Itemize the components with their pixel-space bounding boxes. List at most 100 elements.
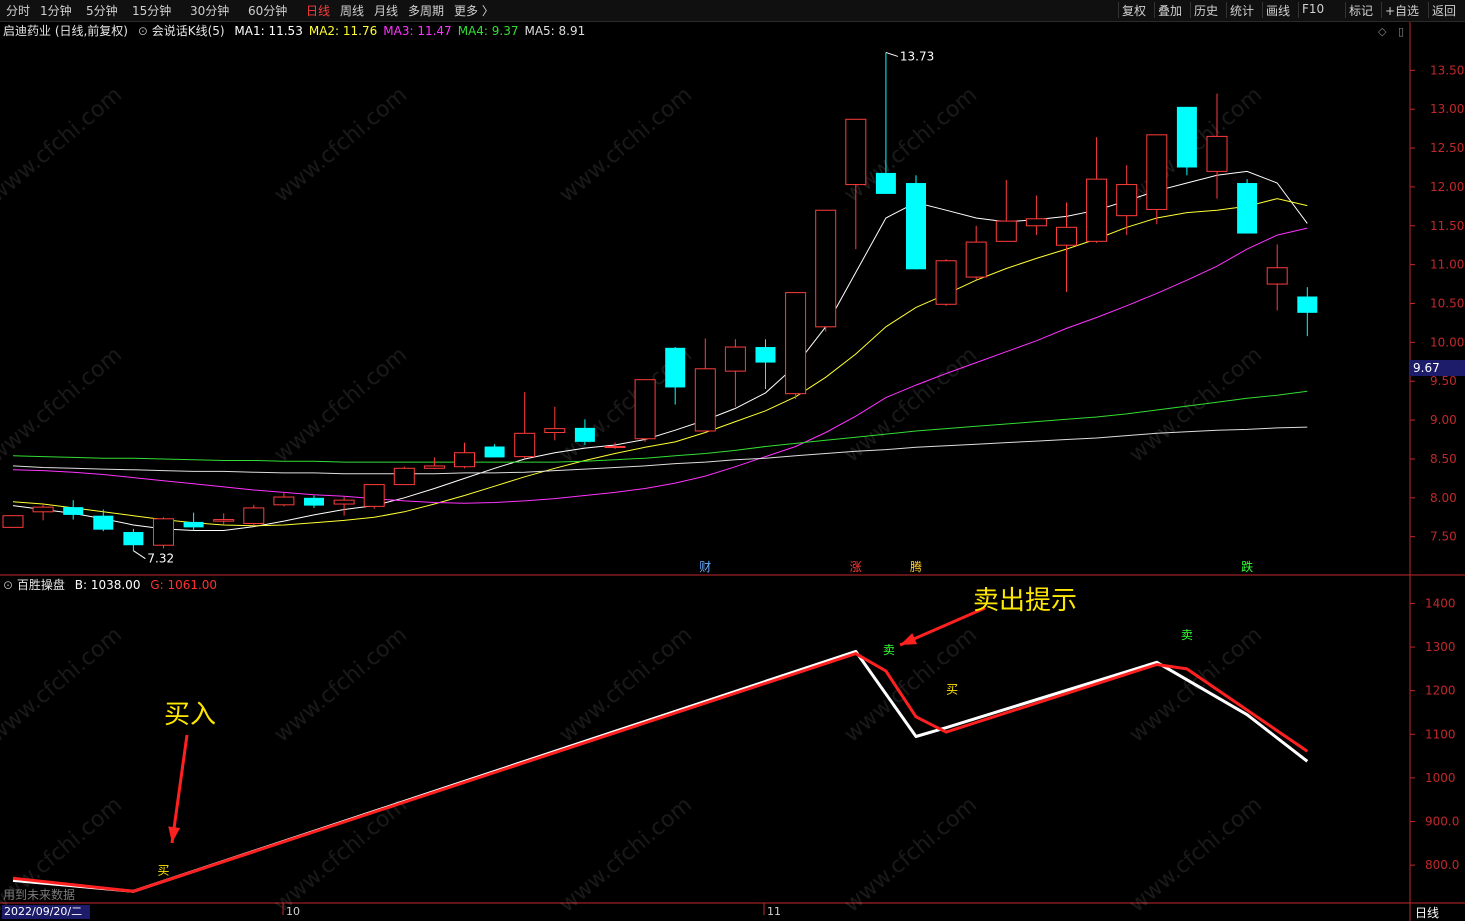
event-marker: 腾 <box>910 559 922 574</box>
panel-icon: ▯ <box>1398 25 1404 38</box>
candle <box>1146 134 1168 225</box>
candle <box>634 379 656 442</box>
ma-line-5 <box>12 426 1308 475</box>
candle-body <box>724 346 746 372</box>
candle-body <box>785 292 807 395</box>
price-tick-label: 9.50 <box>1430 374 1457 388</box>
candle-body <box>2 515 24 528</box>
price-tick-label: 8.00 <box>1430 491 1457 505</box>
candle-body <box>1176 106 1197 168</box>
price-tick-label: 11.00 <box>1430 258 1464 272</box>
candle <box>1025 195 1047 236</box>
candle-body <box>454 452 475 468</box>
candle-body <box>393 467 415 486</box>
ma-line-1 <box>12 170 1308 531</box>
price-tick-label: 13.50 <box>1430 63 1464 77</box>
buy-annotation: 买入 <box>164 700 217 730</box>
signal-marker: 卖 <box>883 643 895 657</box>
candle <box>995 179 1017 242</box>
candle-body <box>906 183 926 270</box>
candle-body <box>544 428 566 434</box>
watermark-text: www.cfchi.com <box>0 82 127 207</box>
candle-body <box>183 521 204 528</box>
indicator-tick-label: 1300 <box>1425 640 1456 654</box>
chart-canvas: www.cfchi.com www.cfchi.com www.cfchi.com w… <box>0 22 1465 921</box>
candle <box>2 515 24 528</box>
date-tick-label: 10 <box>286 905 300 918</box>
candle <box>363 484 385 509</box>
candle <box>665 347 686 405</box>
candle-body <box>514 432 536 458</box>
watermark-text: www.cfchi.com <box>1125 792 1267 917</box>
candle-body <box>273 496 295 506</box>
indicator-line-B <box>12 649 1309 893</box>
candle-body <box>1146 134 1168 210</box>
arrow-head <box>900 633 918 645</box>
price-tick-label: 13.00 <box>1430 102 1464 116</box>
candle <box>1176 106 1197 176</box>
candle-body <box>63 507 84 515</box>
candle-body <box>634 379 656 440</box>
event-marker: 涨 <box>850 559 862 574</box>
candle-body <box>815 209 837 328</box>
watermark-text: www.cfchi.com <box>555 82 697 207</box>
candle-body <box>1086 178 1108 242</box>
price-tick-label: 11.50 <box>1430 219 1464 233</box>
watermark-text: www.cfchi.com <box>0 342 127 467</box>
signal-marker: 买 <box>158 863 170 877</box>
indicator-tick-label: 1400 <box>1425 596 1456 610</box>
buy-arrow <box>168 734 189 844</box>
candle-body <box>1025 218 1047 227</box>
cursor-date: 2022/09/20/二 <box>2 905 90 919</box>
event-marker: 财 <box>699 560 711 574</box>
candle <box>153 517 174 549</box>
high-price-label: 13.73 <box>900 49 934 63</box>
price-tick-label: 10.50 <box>1430 297 1464 311</box>
diamond-icon: ◇ <box>1378 25 1387 38</box>
candle-body <box>93 515 114 530</box>
candle <box>965 225 987 280</box>
candle-body <box>153 518 174 546</box>
candle <box>1237 179 1258 234</box>
price-tick-label: 8.50 <box>1430 452 1457 466</box>
candle-body <box>213 519 235 522</box>
candle <box>32 504 54 521</box>
watermark-text: www.cfchi.com <box>0 622 127 747</box>
watermark-text: www.cfchi.com <box>270 792 412 917</box>
candle-body <box>1297 296 1318 313</box>
candle <box>63 500 84 520</box>
candle <box>1297 287 1318 337</box>
watermark-text: www.cfchi.com <box>840 792 982 917</box>
sell-annotation: 卖出提示 <box>973 586 1078 616</box>
candle-body <box>1206 135 1228 172</box>
current-price-label: 9.67 <box>1413 361 1440 375</box>
candle <box>273 493 295 507</box>
candle-body <box>965 241 987 278</box>
candle-body <box>875 172 896 194</box>
candle <box>484 444 505 458</box>
candle <box>514 392 536 459</box>
indicator-tick-label: 800.0 <box>1425 858 1459 872</box>
low-price-label: 7.32 <box>147 552 174 566</box>
candle-body <box>995 220 1017 242</box>
indicator-tick-label: 1200 <box>1425 684 1456 698</box>
candle-body <box>755 347 776 363</box>
watermark-text: www.cfchi.com <box>270 622 412 747</box>
candle <box>393 466 415 486</box>
candle-body <box>1056 226 1077 246</box>
candle-body <box>363 484 385 507</box>
candle-body <box>333 499 355 505</box>
candle <box>454 442 475 469</box>
event-marker: 跌 <box>1241 559 1253 574</box>
watermark-text: www.cfchi.com <box>270 82 412 207</box>
signal-marker: 买 <box>946 682 958 696</box>
candle <box>906 175 926 270</box>
candle-body <box>665 347 686 388</box>
low-pointer <box>133 550 146 560</box>
period-label: 日线 <box>1415 906 1440 920</box>
indicator-line-G <box>12 652 1309 893</box>
future-data-note: 用到未来数据 <box>3 888 76 902</box>
watermark: www.cfchi.com www.cfchi.com www.cfchi.com w… <box>0 82 1267 917</box>
indicator-tick-label: 900.0 <box>1425 815 1459 829</box>
candle-body <box>694 368 716 432</box>
